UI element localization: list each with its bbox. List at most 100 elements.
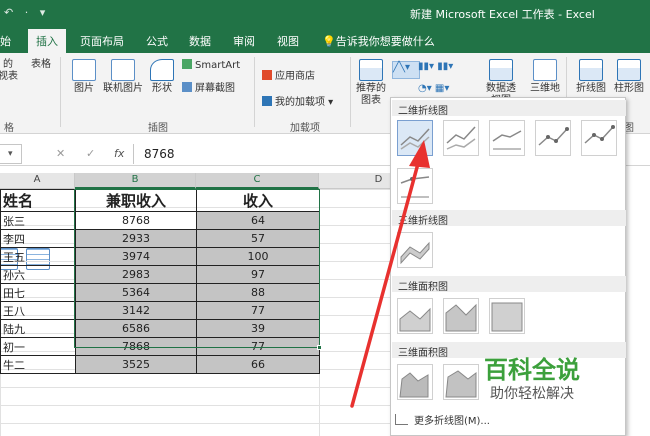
cell-value[interactable]: 100 bbox=[196, 247, 320, 266]
table-row: 孙六 2983 97 bbox=[0, 265, 320, 284]
line-chart-icon bbox=[400, 128, 430, 150]
cell-value[interactable]: 88 bbox=[196, 283, 320, 302]
section-2d-area: 二维面积图 bbox=[392, 276, 626, 293]
quick-access-toolbar[interactable]: ↶ · ▾ bbox=[4, 6, 49, 19]
stacked-line-option[interactable] bbox=[443, 120, 479, 156]
screenshot-button[interactable]: 屏幕截图 bbox=[182, 79, 235, 94]
table-row: 陆九 6586 39 bbox=[0, 319, 320, 338]
store-button[interactable]: 应用商店 bbox=[262, 67, 315, 82]
cell-value[interactable]: 66 bbox=[196, 355, 320, 374]
cell-value[interactable]: 5364 bbox=[75, 283, 197, 302]
title-bar: ↶ · ▾ 新建 Microsoft Excel 工作表 - Excel bbox=[0, 0, 650, 27]
stacked-area-option[interactable] bbox=[443, 298, 479, 334]
line-markers-icon bbox=[538, 127, 569, 146]
tab-page-layout[interactable]: 页面布局 bbox=[80, 33, 124, 49]
pictures-button[interactable]: 图片 bbox=[70, 59, 98, 95]
cell-value[interactable]: 97 bbox=[196, 265, 320, 284]
smartart-button[interactable]: SmartArt bbox=[182, 59, 240, 71]
line-markers-option[interactable] bbox=[535, 120, 571, 156]
cancel-icon[interactable]: ✕ bbox=[56, 147, 65, 160]
tell-me-label: 告诉我你想要做什么 bbox=[335, 35, 435, 48]
sparkline-line-icon bbox=[579, 59, 603, 81]
3d-line-option[interactable] bbox=[397, 232, 433, 268]
3d-area-option[interactable] bbox=[397, 364, 433, 400]
cell-value[interactable]: 77 bbox=[196, 337, 320, 356]
cell-name[interactable]: 牛二 bbox=[0, 355, 76, 374]
column-chart-button[interactable]: ▮▮▾ ▮▮▾ bbox=[418, 61, 453, 72]
cell-name[interactable]: 陆九 bbox=[0, 319, 76, 338]
header-parttime-income[interactable]: 兼职收入 bbox=[75, 189, 197, 212]
fill-handle[interactable] bbox=[317, 345, 322, 350]
percent-stacked-line-option[interactable] bbox=[489, 120, 525, 156]
area-option[interactable] bbox=[397, 298, 433, 334]
table-row: 王五 3974 100 bbox=[0, 247, 320, 266]
shapes-label: 形状 bbox=[152, 83, 172, 94]
percent-line-markers-option[interactable] bbox=[397, 168, 433, 204]
cell-name[interactable]: 王八 bbox=[0, 301, 76, 320]
cell-name[interactable]: 初一 bbox=[0, 337, 76, 356]
header-income[interactable]: 收入 bbox=[196, 189, 320, 212]
shapes-button[interactable]: 形状 bbox=[148, 59, 176, 95]
sparkline-line-button[interactable]: 折线图 bbox=[576, 59, 606, 95]
tab-view[interactable]: 视图 bbox=[277, 33, 299, 49]
line-chart-dropdown-button[interactable]: ╱╲▾ bbox=[392, 61, 420, 79]
tab-formulas[interactable]: 公式 bbox=[146, 33, 168, 49]
enter-icon[interactable]: ✓ bbox=[86, 147, 95, 160]
group-label-tables: 格 bbox=[4, 123, 14, 134]
recommended-charts-label: 推荐的 图表 bbox=[356, 83, 386, 106]
column-header-c[interactable]: C bbox=[196, 173, 319, 189]
cell-value[interactable]: 2983 bbox=[75, 265, 197, 284]
my-addins-button[interactable]: 我的加载项 ▾ bbox=[262, 93, 333, 108]
insert-function-icon[interactable]: fx bbox=[114, 147, 124, 160]
table-label: 表格 bbox=[31, 59, 51, 70]
cell-name[interactable]: 李四 bbox=[0, 229, 76, 248]
stacked-line-markers-icon bbox=[584, 125, 615, 144]
column-header-a[interactable]: A bbox=[0, 173, 75, 189]
tell-me-search[interactable]: 💡告诉我你想要做什么 bbox=[322, 33, 435, 49]
header-name[interactable]: 姓名 bbox=[0, 189, 76, 212]
tab-data[interactable]: 数据 bbox=[189, 33, 211, 49]
cell-value[interactable]: 2933 bbox=[75, 229, 197, 248]
column-chart-icon: ▮▮▾ ▮▮▾ bbox=[418, 61, 454, 72]
cell-name[interactable]: 田七 bbox=[0, 283, 76, 302]
cell-value[interactable]: 3142 bbox=[75, 301, 197, 320]
cell-name[interactable]: 孙六 bbox=[0, 265, 76, 284]
globe-icon bbox=[533, 59, 557, 81]
cell-value[interactable]: 57 bbox=[196, 229, 320, 248]
my-addins-label: 我的加载项 bbox=[275, 97, 325, 108]
line-chart-option[interactable] bbox=[397, 120, 433, 156]
percent-line-markers-icon bbox=[400, 176, 430, 198]
pie-chart-button[interactable]: ◔▾ ▦▾ bbox=[418, 83, 449, 94]
cell-value[interactable]: 3974 bbox=[75, 247, 197, 266]
3d-map-button[interactable]: 三维地 bbox=[530, 59, 560, 95]
3d-stacked-area-option[interactable] bbox=[443, 364, 479, 400]
smartart-label: SmartArt bbox=[195, 60, 241, 71]
cell-value[interactable]: 39 bbox=[196, 319, 320, 338]
pie-chart-icon: ◔▾ ▦▾ bbox=[418, 83, 450, 94]
cell-value[interactable]: 6586 bbox=[75, 319, 197, 338]
3d-area-icon bbox=[399, 372, 429, 398]
cell-value[interactable]: 64 bbox=[196, 211, 320, 230]
cell-value[interactable]: 77 bbox=[196, 301, 320, 320]
tab-insert[interactable]: 插入 bbox=[28, 29, 66, 53]
cell-name[interactable]: 王五 bbox=[0, 247, 76, 266]
cell-value[interactable]: 7868 bbox=[75, 337, 197, 356]
column-header-b[interactable]: B bbox=[75, 173, 196, 189]
group-separator bbox=[350, 57, 351, 127]
table-row: 王八 3142 77 bbox=[0, 301, 320, 320]
online-pictures-button[interactable]: 联机图片 bbox=[100, 59, 146, 95]
stacked-line-markers-option[interactable] bbox=[581, 120, 617, 156]
tab-review[interactable]: 审阅 bbox=[233, 33, 255, 49]
tab-home[interactable]: 始 bbox=[0, 33, 11, 49]
cell-name[interactable]: 张三 bbox=[0, 211, 76, 230]
cell-value[interactable]: 3525 bbox=[75, 355, 197, 374]
table-button[interactable]: 表格 bbox=[26, 59, 56, 270]
percent-stacked-area-option[interactable] bbox=[489, 298, 525, 334]
recommended-pivot-button[interactable]: 的 视表 bbox=[0, 59, 22, 270]
recommended-charts-button[interactable]: 推荐的 图表 bbox=[354, 59, 388, 107]
more-line-charts-link[interactable]: 更多折线图(M)... bbox=[395, 412, 490, 427]
cell-active[interactable]: 8768 bbox=[75, 211, 197, 230]
sparkline-column-button[interactable]: 柱形图 bbox=[612, 59, 646, 95]
name-box-dropdown[interactable]: ▾ bbox=[0, 144, 22, 164]
lightbulb-icon: 💡 bbox=[322, 35, 336, 48]
